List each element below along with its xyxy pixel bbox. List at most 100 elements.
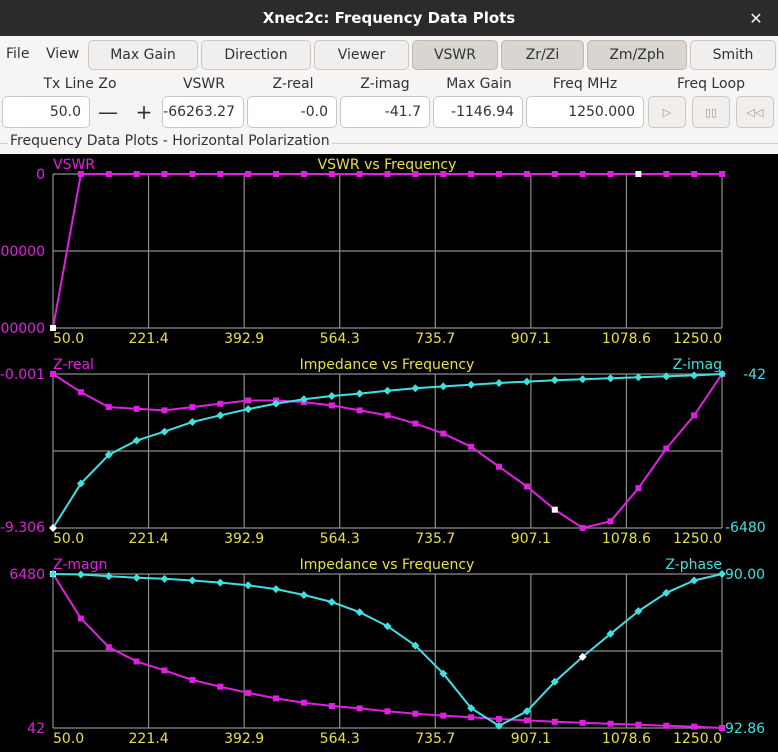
vswr-value: -66263.27 [162, 96, 244, 128]
data-point [216, 578, 225, 587]
z-imag-value: -41.7 [340, 96, 430, 128]
x-tick-label: 50.0 [53, 531, 84, 547]
z-real-value: -0.0 [247, 96, 337, 128]
menu-view[interactable]: View [46, 46, 79, 62]
left-axis-label: VSWR [53, 157, 95, 173]
data-point [523, 483, 530, 490]
data-point [105, 171, 112, 177]
data-point [719, 725, 725, 731]
y-tick-label-left: -9.306 [0, 520, 45, 536]
data-point [189, 404, 196, 411]
data-point [327, 598, 336, 606]
data-point [189, 171, 196, 177]
window-titlebar: Xnec2c: Frequency Data Plots ✕ [0, 0, 778, 36]
toolbar: File View Max Gain Direction Viewer VSWR… [0, 38, 778, 74]
x-tick-label: 735.7 [415, 531, 455, 547]
x-tick-label: 1250.0 [673, 531, 722, 547]
data-point [635, 721, 642, 728]
data-point [50, 325, 56, 331]
data-point [77, 615, 84, 622]
right-axis-label: Z-imag [673, 357, 722, 373]
direction-button[interactable]: Direction [201, 40, 311, 70]
data-point [635, 171, 642, 177]
rewind-icon[interactable]: ◁◁ [736, 96, 774, 128]
data-point [328, 703, 335, 709]
data-point [245, 689, 252, 696]
data-point [384, 171, 391, 177]
data-point [355, 608, 364, 617]
menu-file[interactable]: File [6, 46, 29, 62]
x-tick-label: 735.7 [415, 331, 455, 347]
freq-mhz-input[interactable]: 1250.000 [526, 96, 644, 128]
data-point [160, 574, 169, 583]
data-point [105, 404, 112, 411]
x-tick-label: 221.4 [129, 731, 169, 747]
chart-title: VSWR vs Frequency [318, 157, 457, 173]
frequency-plots-canvas[interactable]: VSWR vs Frequency VSWR 50.0 221.4 392.9 564.3… [0, 154, 778, 752]
y-tick-label-right: -42 [743, 367, 766, 383]
close-icon[interactable]: ✕ [744, 6, 768, 30]
y-tick-label-left: 0 [36, 167, 45, 183]
data-point [77, 389, 84, 396]
smith-button[interactable]: Smith [690, 40, 776, 70]
y-tick-label-right: -6480 [725, 520, 766, 536]
field-labels: Tx Line Zo VSWR Z-real Z-imag Max Gain F… [0, 76, 778, 94]
data-point [50, 371, 56, 377]
data-point [105, 644, 112, 651]
data-point [217, 400, 224, 407]
data-point [188, 418, 197, 427]
data-point [579, 171, 586, 177]
data-point [77, 171, 84, 177]
y-tick-label-left: -0.001 [0, 367, 45, 383]
plots-frame-label: Frequency Data Plots - Horizontal Polari… [8, 133, 332, 149]
z-real-label: Z-real [272, 76, 314, 92]
x-tick-label: 221.4 [129, 331, 169, 347]
zo-increment-button[interactable]: + [126, 96, 162, 128]
data-point [496, 463, 502, 470]
z-imag-label: Z-imag [360, 76, 410, 92]
y-tick-label-left: 00000 [0, 244, 45, 260]
data-point [133, 171, 140, 177]
tx-line-zo-input[interactable]: 50.0 [2, 96, 90, 128]
vswr-toggle-button[interactable]: VSWR [412, 40, 498, 70]
data-point [356, 407, 363, 414]
data-point [690, 576, 699, 585]
data-point [691, 723, 698, 730]
x-tick-label: 392.9 [224, 731, 264, 747]
data-point [384, 412, 391, 419]
y-tick-label-right: 90.00 [725, 567, 765, 583]
viewer-button[interactable]: Viewer [314, 40, 409, 70]
data-point [245, 397, 252, 404]
data-point [273, 695, 279, 702]
pause-icon[interactable]: ▯▯ [692, 96, 730, 128]
data-point [244, 405, 253, 414]
data-point [132, 436, 141, 445]
chart-title: Impedance vs Frequency [300, 357, 475, 373]
x-tick-label: 564.3 [320, 531, 360, 547]
data-point [440, 171, 447, 177]
x-tick-label: 1078.6 [602, 731, 651, 747]
y-tick-label-right: 92.86 [725, 721, 765, 737]
zm-zph-toggle-button[interactable]: Zm/Zph [587, 40, 687, 70]
zo-decrement-button[interactable]: — [90, 96, 126, 128]
data-point [578, 375, 587, 384]
data-point [161, 171, 168, 177]
x-tick-label: 564.3 [320, 731, 360, 747]
zr-zi-toggle-button[interactable]: Zr/Zi [501, 40, 584, 70]
data-point [412, 710, 419, 717]
data-point [133, 405, 140, 412]
y-tick-label-left: 00000 [0, 321, 45, 337]
field-entries: 50.0 — + -66263.27 -0.0 -41.7 -1146.94 1… [0, 96, 778, 130]
data-point [245, 171, 252, 177]
play-icon[interactable]: ▷ [648, 96, 686, 128]
data-point [384, 708, 391, 715]
max-gain-button[interactable]: Max Gain [88, 40, 198, 70]
data-point [635, 485, 642, 492]
data-point [355, 389, 364, 398]
data-point [719, 171, 725, 177]
x-tick-label: 392.9 [224, 331, 264, 347]
data-point [523, 717, 530, 724]
data-point [160, 427, 169, 436]
data-point [606, 374, 615, 383]
x-tick-label: 907.1 [511, 731, 551, 747]
